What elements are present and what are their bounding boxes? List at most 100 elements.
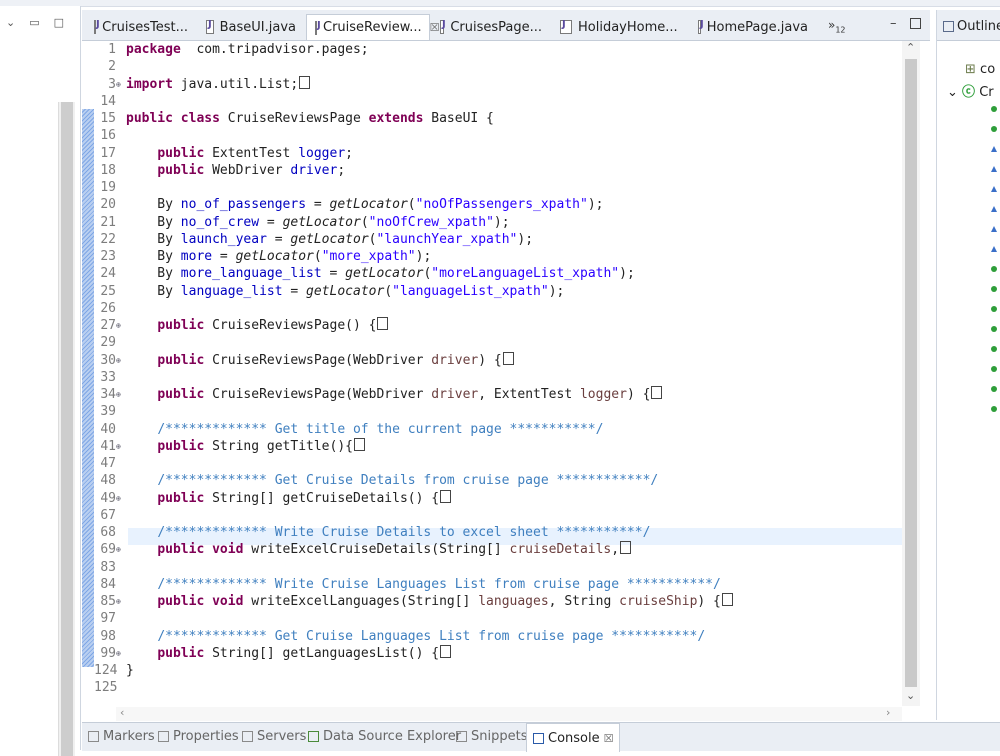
code-line[interactable]: 25 By language_list = getLocator("langua…	[94, 283, 564, 300]
code-line[interactable]: 41⊕ public String getTitle(){	[94, 437, 365, 455]
field-icon[interactable]	[991, 146, 997, 152]
tab-data-source-explorer[interactable]: Data Source Explorer	[308, 729, 461, 744]
field-icon[interactable]	[991, 226, 997, 232]
left-scrollbar[interactable]	[58, 102, 75, 756]
tab-holidayhomepage[interactable]: HolidayHome...	[552, 14, 688, 40]
code-line[interactable]: 15 public class CruiseReviewsPage extends…	[94, 110, 494, 127]
code-line[interactable]: 17 public ExtentTest logger;	[94, 145, 353, 162]
field-icon[interactable]	[991, 166, 997, 172]
code-line[interactable]: 22 By launch_year = getLocator("launchYe…	[94, 231, 533, 248]
code-line[interactable]: 67	[94, 507, 126, 524]
tab-servers[interactable]: Servers	[242, 729, 306, 744]
code-line[interactable]: 40 /************* Get title of the curre…	[94, 421, 603, 438]
collapsed-code-icon[interactable]	[620, 541, 632, 555]
fold-toggle-icon[interactable]: ⊕	[116, 438, 126, 455]
code-editor[interactable]: 1 package com.tripadvisor.pages; 2 3⊕ import…	[82, 41, 930, 721]
method-icon[interactable]	[991, 306, 997, 312]
tab-snippets[interactable]: Snippets	[456, 729, 527, 744]
code-line[interactable]: 21 By no_of_crew = getLocator("noOfCrew_…	[94, 214, 509, 231]
minimize-icon[interactable]: ▭	[29, 16, 39, 29]
method-icon[interactable]	[991, 106, 997, 112]
tab-cruisereviewspage[interactable]: CruiseReview... ☒	[306, 14, 440, 40]
fold-toggle-icon[interactable]: ⊕	[116, 76, 126, 93]
code-line[interactable]: 14	[94, 93, 126, 110]
outline-item-class[interactable]: ⌄ ⓒ Cr	[947, 81, 994, 100]
scroll-right-icon[interactable]: ›	[886, 706, 890, 719]
tab-homepage[interactable]: HomePage.java	[690, 14, 816, 40]
code-line[interactable]: 19	[94, 179, 126, 196]
tab-properties[interactable]: Properties	[158, 729, 239, 744]
collapsed-code-icon[interactable]	[299, 75, 311, 89]
tab-cruisespage[interactable]: CruisesPage...	[432, 14, 550, 40]
field-icon[interactable]	[991, 206, 997, 212]
view-menu-icon[interactable]: ⌄	[6, 16, 15, 29]
fold-toggle-icon[interactable]: ⊕	[116, 541, 126, 558]
collapsed-code-icon[interactable]	[440, 644, 452, 658]
maximize-icon[interactable]: □	[54, 16, 64, 29]
code-line[interactable]: 3⊕ import java.util.List;	[94, 75, 311, 93]
code-line[interactable]: 26	[94, 300, 126, 317]
close-tab-icon[interactable]: ☒	[604, 732, 614, 745]
code-line[interactable]: 34⊕ public CruiseReviewsPage(WebDriver d…	[94, 386, 663, 403]
tab-console[interactable]: Console ☒	[526, 723, 621, 752]
editor-minimize-button[interactable]: –	[890, 16, 897, 31]
editor-horizontal-scrollbar[interactable]: ‹ ›	[116, 706, 902, 721]
code-line[interactable]: 20 By no_of_passengers = getLocator("noO…	[94, 196, 603, 213]
editor-scrollbar-thumb[interactable]	[905, 59, 917, 687]
collapsed-code-icon[interactable]	[502, 351, 514, 365]
fold-toggle-icon[interactable]: ⊕	[116, 386, 126, 403]
fold-toggle-icon[interactable]: ⊕	[116, 645, 126, 662]
code-line[interactable]: 85⊕ public void writeExcelLanguages(Stri…	[94, 593, 733, 610]
code-line[interactable]: 18 public WebDriver driver;	[94, 162, 345, 179]
method-icon[interactable]	[991, 126, 997, 132]
method-icon[interactable]	[991, 266, 997, 272]
tab-cruisestest[interactable]: CruisesTest...	[86, 14, 196, 40]
method-icon[interactable]	[991, 286, 997, 292]
code-line[interactable]: 99⊕ public String[] getLanguagesList() {	[94, 644, 452, 662]
fold-toggle-icon[interactable]: ⊕	[116, 593, 126, 610]
code-line[interactable]: 48 /************* Get Cruise Details fro…	[94, 472, 658, 489]
field-icon[interactable]	[991, 246, 997, 252]
code-line[interactable]: 97	[94, 610, 126, 627]
code-line[interactable]: 23 By more = getLocator("more_xpath");	[94, 248, 431, 265]
chevron-down-icon[interactable]: ⌄	[947, 85, 958, 100]
code-line[interactable]: 24 By more_language_list = getLocator("m…	[94, 265, 634, 282]
code-line[interactable]: 69⊕ public void writeExcelCruiseDetails(…	[94, 541, 632, 558]
field-icon[interactable]	[991, 186, 997, 192]
code-line[interactable]: 1 package com.tripadvisor.pages;	[94, 41, 368, 58]
left-scrollbar-thumb[interactable]	[61, 102, 73, 756]
code-line[interactable]: 47	[94, 455, 126, 472]
code-line[interactable]: 98 /************* Get Cruise Languages L…	[94, 628, 705, 645]
code-line[interactable]: 124}	[94, 662, 134, 679]
collapsed-code-icon[interactable]	[651, 386, 663, 399]
code-line[interactable]: 16	[94, 127, 126, 144]
collapsed-code-icon[interactable]	[440, 489, 452, 503]
editor-vertical-scrollbar[interactable]: ⌃ ⌄	[902, 41, 920, 706]
code-line[interactable]: 68 /************* Write Cruise Details t…	[94, 524, 650, 541]
scroll-left-icon[interactable]: ‹	[120, 706, 124, 719]
scroll-up-icon[interactable]: ⌃	[906, 41, 915, 54]
code-line[interactable]: 49⊕ public String[] getCruiseDetails() {	[94, 489, 452, 507]
method-icon[interactable]	[991, 326, 997, 332]
outline-title[interactable]: Outline	[957, 19, 1000, 34]
outline-item-imports[interactable]: ⊞ co	[965, 62, 995, 77]
fold-toggle-icon[interactable]: ⊕	[116, 317, 126, 334]
code-line[interactable]: 29	[94, 334, 126, 351]
code-line[interactable]: 125	[94, 679, 126, 696]
code-line[interactable]: 39	[94, 403, 126, 420]
code-line[interactable]: 2	[94, 58, 126, 75]
code-line[interactable]: 30⊕ public CruiseReviewsPage(WebDriver d…	[94, 351, 514, 369]
tab-baseui[interactable]: BaseUI.java	[198, 14, 304, 40]
collapsed-code-icon[interactable]	[721, 593, 733, 606]
scroll-down-icon[interactable]: ⌄	[906, 689, 915, 702]
tab-markers[interactable]: Markers	[88, 729, 155, 744]
tab-overflow-button[interactable]: »12	[828, 18, 846, 34]
method-icon[interactable]	[991, 386, 997, 392]
code-line[interactable]: 27⊕ public CruiseReviewsPage() {	[94, 317, 389, 334]
method-icon[interactable]	[991, 406, 997, 412]
collapsed-code-icon[interactable]	[354, 437, 365, 451]
editor-maximize-button[interactable]	[910, 18, 921, 29]
fold-toggle-icon[interactable]: ⊕	[116, 352, 126, 369]
code-text[interactable]: 1 package com.tripadvisor.pages; 2 3⊕ import…	[94, 41, 902, 706]
code-line[interactable]: 83	[94, 559, 126, 576]
